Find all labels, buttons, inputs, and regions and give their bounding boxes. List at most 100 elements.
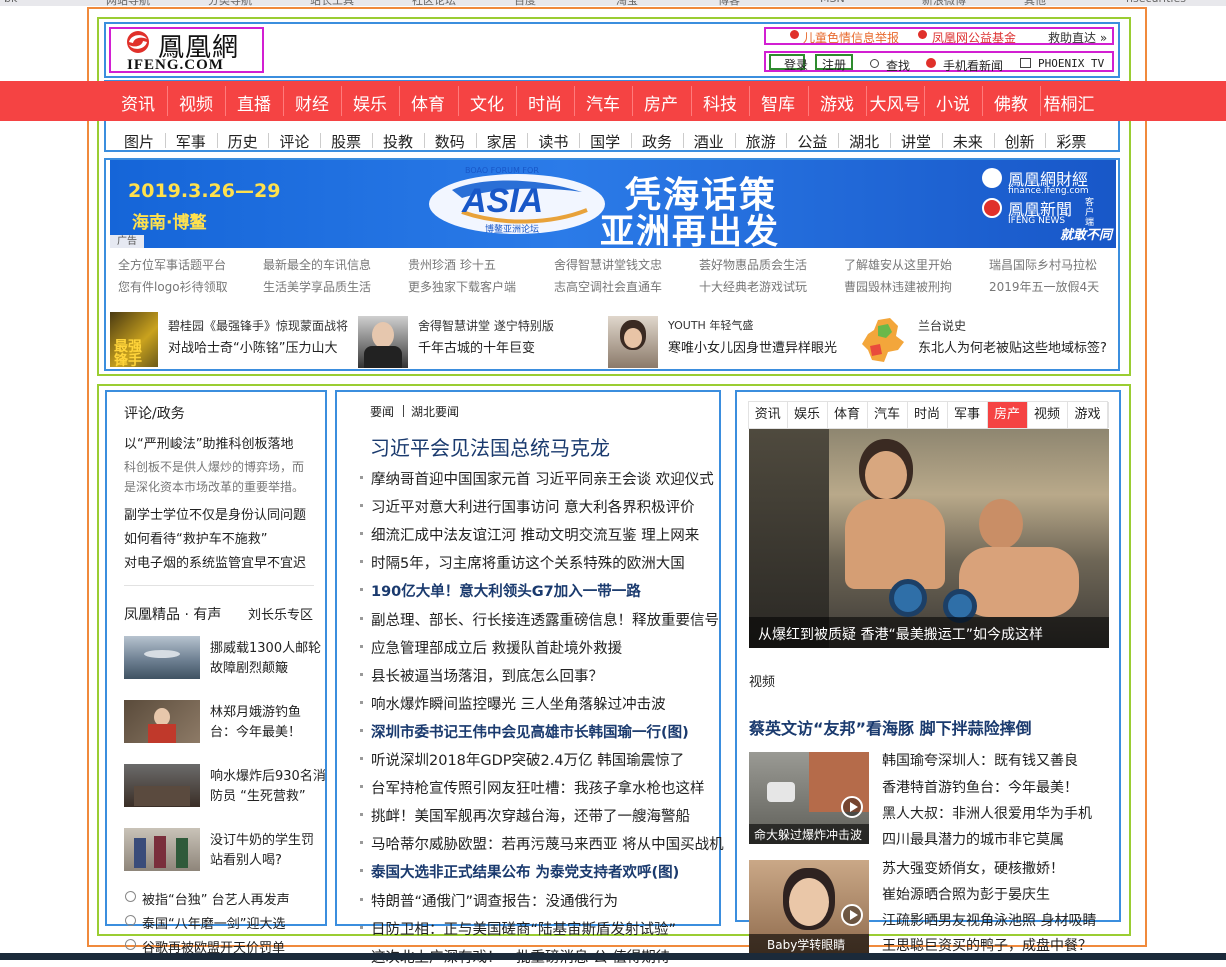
nav-secondary-4[interactable]: 评论 — [268, 131, 320, 152]
nav-secondary-5[interactable]: 股票 — [320, 131, 372, 152]
video-link-4[interactable]: 四川最具潜力的城市非它莫属 — [882, 829, 1064, 849]
bookmark-item[interactable]: 社区论坛 — [412, 0, 456, 6]
promo-title-3[interactable]: YOUTH 年轻气盛 — [668, 317, 753, 333]
register-link[interactable]: 注册 — [822, 56, 846, 73]
video-link-6[interactable]: 崔始源晒合照为彭于晏庆生 — [882, 884, 1050, 904]
nav-secondary-18[interactable]: 创新 — [994, 131, 1046, 152]
news-link-11[interactable]: 听说深圳2018年GDP突破2.4万亿 韩国瑜震惊了 — [371, 749, 684, 770]
main-headline[interactable]: 习近平会见法国总统马克龙 — [370, 432, 610, 461]
video-link-7[interactable]: 江疏影晒男友视角泳池照 身材吸睛 — [882, 910, 1096, 930]
comment-link-2[interactable]: 如何看待“救护车不施救” — [124, 528, 267, 547]
news-link-9[interactable]: 响水爆炸瞬间监控曝光 三人坐角落躲过冲击波 — [371, 693, 666, 714]
nav-primary-16[interactable]: 佛教 — [982, 90, 1040, 115]
news-link-2[interactable]: 习近平对意大利进行国事访问 意大利各界积极评价 — [371, 496, 695, 517]
nav-primary-4[interactable]: 财经 — [283, 90, 341, 115]
nav-secondary-14[interactable]: 公益 — [786, 131, 838, 152]
video-link-3[interactable]: 黑人大叔：非洲人很爱用华为手机 — [882, 803, 1092, 823]
bookmark-item[interactable]: 百度 — [514, 0, 536, 6]
nav-secondary-16[interactable]: 讲堂 — [890, 131, 942, 152]
promo-sub-3[interactable]: 寒唯小女儿因身世遭异样眼光 — [668, 337, 837, 356]
ad-text-link[interactable]: 十大经典老游戏试玩 — [699, 278, 807, 295]
video-link-2[interactable]: 香港特首游钓鱼台：今年最美！ — [882, 777, 1078, 797]
nav-primary-8[interactable]: 时尚 — [516, 90, 574, 115]
ad-text-link[interactable]: 舍得智慧讲堂钱文忠 — [554, 256, 662, 273]
bookmark-item[interactable]: 站长工具 — [310, 0, 354, 6]
bookmark-item[interactable]: 网站导航 — [106, 0, 150, 6]
jingpin-item-4-l2[interactable]: 站看别人喝? — [210, 849, 282, 868]
nav-secondary-6[interactable]: 投教 — [372, 131, 424, 152]
nav-primary-7[interactable]: 文化 — [458, 90, 516, 115]
nav-primary-10[interactable]: 房产 — [632, 90, 690, 115]
bookmark-item[interactable]: 淘宝 — [616, 0, 638, 6]
logo-text-en[interactable]: IFENG.COM — [127, 57, 224, 74]
news-link-6[interactable]: 副总理、部长、行长接连透露重磅信息！释放重要信号 — [371, 609, 719, 630]
thumb-cruise[interactable] — [124, 636, 200, 679]
comment-link-1[interactable]: 副学士学位不仅是身份认同问题 — [124, 504, 306, 523]
rescue-link[interactable]: 救助直达 » — [1048, 29, 1107, 46]
comment-section-title[interactable]: 评论/政务 — [124, 403, 185, 423]
nav-secondary-13[interactable]: 旅游 — [735, 131, 787, 152]
bookmark-item[interactable]: 其他 — [1024, 0, 1046, 6]
tab-6[interactable]: 军事 — [948, 402, 988, 428]
tab-8[interactable]: 视频 — [1028, 402, 1068, 428]
news-link-14[interactable]: 马哈蒂尔威胁欧盟：若再污蔑马来西亚 将从中国买战机 — [371, 833, 724, 854]
ifeng-logo-icon[interactable] — [123, 30, 153, 54]
tab-2[interactable]: 娱乐 — [788, 402, 828, 428]
thumb-carrie-lam[interactable] — [124, 700, 200, 743]
play-icon[interactable] — [841, 904, 863, 926]
jingpin-item-2-l1[interactable]: 林郑月娥游钓鱼 — [210, 701, 301, 720]
news-link-15[interactable]: 泰国大选非正式结果公布 为泰党支持者欢呼(图) — [371, 861, 679, 882]
nav-secondary-15[interactable]: 湖北 — [838, 131, 890, 152]
promo-thumb-zuiqiang[interactable]: 最强锋手 — [110, 312, 158, 367]
jingpin-item-1-l2[interactable]: 故障剧烈颠簸 — [210, 657, 288, 676]
news-link-4[interactable]: 时隔5年，习主席将重访这个关系特殊的欧洲大国 — [371, 552, 685, 573]
promo-thumb-map[interactable] — [858, 316, 910, 368]
jingpin-item-2-l2[interactable]: 台：今年最美！ — [210, 721, 301, 740]
report-link[interactable]: 儿童色情信息举报 — [803, 29, 899, 46]
nav-primary-6[interactable]: 体育 — [399, 90, 457, 115]
promo-thumb-girl[interactable] — [608, 316, 658, 368]
video-thumb-2[interactable]: Baby学转眼睛 — [749, 860, 869, 955]
news-link-10[interactable]: 深圳市委书记王伟中会见高雄市长韩国瑜一行(图) — [371, 721, 689, 742]
jingpin-title[interactable]: 凤凰精品 · 有声 — [124, 604, 221, 624]
featured-photo-caption[interactable]: 从爆红到被质疑 香港“最美搬运工”如今成这样 — [758, 624, 1043, 644]
tab-5[interactable]: 时尚 — [908, 402, 948, 428]
promo-title-1[interactable]: 碧桂园《最强锋手》惊现蒙面战将 — [168, 317, 348, 334]
ad-text-link[interactable]: 最新最全的车讯信息 — [263, 256, 371, 273]
news-link-13[interactable]: 挑衅！美国军舰再次穿越台海，还带了一艘海警船 — [371, 805, 690, 826]
nav-primary-9[interactable]: 汽车 — [574, 90, 632, 115]
phoenix-tv-link[interactable]: PHOENIX TV — [1038, 57, 1104, 70]
play-icon[interactable] — [841, 796, 863, 818]
audio-play-icon[interactable] — [125, 939, 136, 950]
bookmark-item[interactable]: bk — [4, 0, 17, 5]
ad-text-link[interactable]: 了解雄安从这里开始 — [844, 256, 952, 273]
news-link-7[interactable]: 应急管理部成立后 救援队首赴境外救援 — [371, 637, 622, 658]
ad-text-link[interactable]: 志高空调社会直通车 — [554, 278, 662, 295]
bookmark-item[interactable]: MSN — [820, 0, 845, 5]
comment-link-3[interactable]: 对电子烟的系统监管宜早不宜迟 — [124, 552, 306, 571]
audio-link-1[interactable]: 被指“台独” 台艺人再发声 — [142, 889, 290, 908]
ad-text-link[interactable]: 全方位军事话题平台 — [118, 256, 226, 273]
nav-secondary-17[interactable]: 未来 — [942, 131, 994, 152]
news-link-5[interactable]: 190亿大单！意大利领头G7加入一带一路 — [371, 580, 641, 601]
nav-secondary-2[interactable]: 军事 — [165, 131, 217, 152]
nav-primary-17[interactable]: 梧桐汇 — [1040, 90, 1098, 115]
promo-title-4[interactable]: 兰台说史 — [918, 317, 966, 334]
promo-sub-2[interactable]: 千年古城的十年巨变 — [418, 337, 535, 356]
ad-text-link[interactable]: 更多独家下载客户端 — [408, 278, 516, 295]
featured-photo[interactable]: 从爆红到被质疑 香港“最美搬运工”如今成这样 — [749, 429, 1109, 648]
nav-primary-3[interactable]: 直播 — [225, 90, 283, 115]
ad-text-link[interactable]: 生活美学享品质生活 — [263, 278, 371, 295]
mobile-news-link[interactable]: 手机看新闻 — [943, 57, 1003, 74]
ad-text-link[interactable]: 您有件logo衫待领取 — [118, 278, 228, 295]
bookmark-item[interactable]: nsecurities — [1126, 0, 1186, 5]
promo-sub-4[interactable]: 东北人为何老被贴这些地域标签? — [918, 337, 1107, 356]
tab-yaowen[interactable]: 要闻 — [370, 403, 394, 420]
news-link-3[interactable]: 细流汇成中法友谊江河 推动文明交流互鉴 理上网来 — [371, 524, 699, 545]
thumb-students[interactable] — [124, 828, 200, 871]
video-link-5[interactable]: 苏大强变娇俏女，硬核撒娇！ — [882, 858, 1064, 878]
promo-thumb-speaker[interactable] — [358, 316, 408, 368]
video-thumb-1[interactable]: 命大躲过爆炸冲击波 — [749, 752, 869, 844]
news-link-16[interactable]: 特朗普“通俄门”调查报告：没通俄行为 — [371, 890, 618, 911]
tab-hubei[interactable]: 湖北要闻 — [411, 403, 459, 420]
